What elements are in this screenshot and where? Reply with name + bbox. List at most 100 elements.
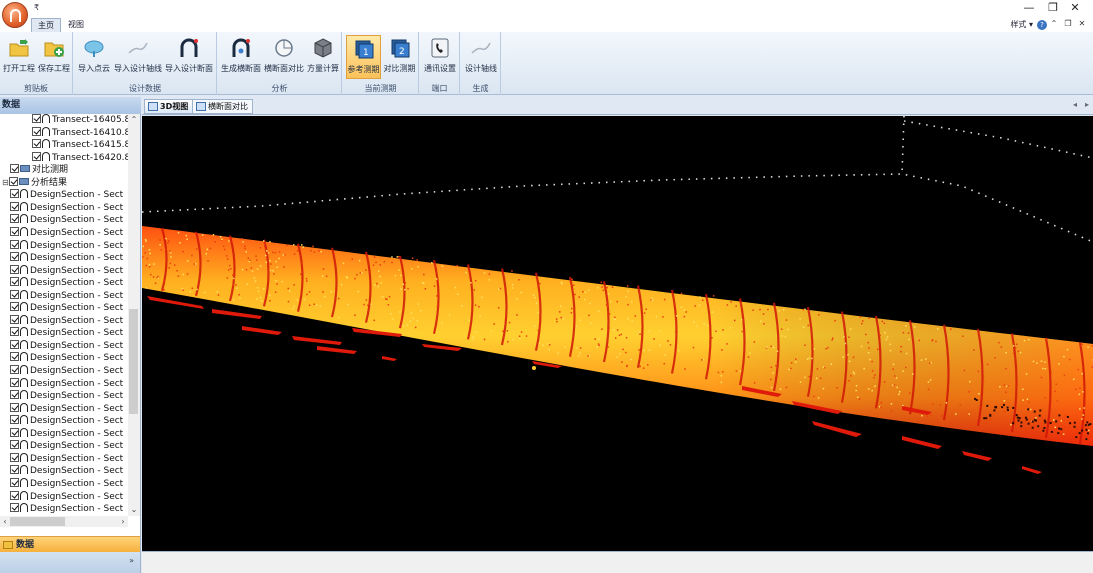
- volume-calc-button[interactable]: 方量计算: [306, 35, 340, 79]
- tree-item[interactable]: DesignSection - Sect: [10, 427, 123, 441]
- tree-checkbox[interactable]: [10, 289, 19, 299]
- tree-item[interactable]: DesignSection - Sect: [10, 490, 123, 504]
- tree-item[interactable]: 对比测期: [10, 164, 68, 177]
- scroll-left-icon[interactable]: ‹: [0, 516, 10, 527]
- tab-home[interactable]: 主页: [31, 18, 61, 32]
- tree-checkbox[interactable]: [10, 490, 19, 500]
- tree-item[interactable]: DesignSection - Sect: [10, 252, 123, 265]
- tree-checkbox[interactable]: [32, 139, 41, 149]
- tree-checkbox[interactable]: [32, 114, 41, 123]
- tree-item[interactable]: DesignSection - Sect: [10, 365, 123, 378]
- tree-horizontal-scrollbar[interactable]: ‹ ›: [0, 516, 128, 527]
- tree-item[interactable]: DesignSection - Sect: [10, 402, 123, 416]
- tree-item[interactable]: DesignSection - Sect: [10, 377, 123, 391]
- tree-item[interactable]: DesignSection - Sect: [10, 339, 123, 353]
- tree-item[interactable]: DesignSection - Sect: [10, 289, 123, 303]
- tree-checkbox[interactable]: [32, 151, 41, 161]
- app-logo-icon[interactable]: [2, 2, 28, 28]
- scroll-right-icon[interactable]: ›: [118, 516, 128, 527]
- import-pointcloud-button[interactable]: 导入点云: [76, 35, 112, 79]
- save-project-button[interactable]: 保存工程: [37, 35, 71, 79]
- hscroll-thumb[interactable]: [10, 517, 65, 526]
- tabs-prev-icon[interactable]: ◂: [1073, 100, 1077, 109]
- tree-item[interactable]: DesignSection - Sect: [10, 214, 123, 227]
- tree-checkbox[interactable]: [10, 189, 19, 199]
- section-compare-button[interactable]: 横断面对比: [263, 35, 305, 79]
- tree-checkbox[interactable]: [10, 427, 19, 437]
- tree-item[interactable]: DesignSection - Sect: [10, 264, 123, 278]
- tree-item[interactable]: DesignSection - Sect: [10, 327, 123, 340]
- tree-item[interactable]: DesignSection - Sect: [10, 201, 123, 215]
- restore-button[interactable]: ❐: [1046, 2, 1060, 14]
- tree-checkbox[interactable]: [10, 352, 19, 362]
- tree-checkbox[interactable]: [10, 214, 19, 224]
- scroll-down-icon[interactable]: ⌄: [128, 504, 140, 516]
- data-tree[interactable]: Transect-16405.8! Transect-16410.8! Transe…: [0, 114, 128, 514]
- quick-access-toolbar[interactable]: ₹: [34, 3, 39, 12]
- tree-item[interactable]: DesignSection - Sect: [10, 415, 123, 428]
- open-project-button[interactable]: 打开工程: [2, 35, 36, 79]
- tree-item[interactable]: DesignSection - Sect: [10, 277, 123, 290]
- tree-checkbox[interactable]: [10, 201, 19, 211]
- design-axis-button[interactable]: 设计轴线: [462, 35, 500, 79]
- tree-vertical-scrollbar[interactable]: ⌃ ⌄: [128, 114, 140, 516]
- tree-checkbox[interactable]: [10, 277, 19, 287]
- tree-item[interactable]: DesignSection - Sect: [10, 302, 123, 315]
- tree-item[interactable]: DesignSection - Sect: [10, 189, 123, 202]
- tab-view[interactable]: 视图: [62, 18, 90, 32]
- tree-item[interactable]: Transect-16410.8!: [32, 126, 128, 140]
- ribbon-restore-icon[interactable]: ❐: [1063, 18, 1073, 30]
- tree-checkbox[interactable]: [10, 402, 19, 412]
- tree-checkbox[interactable]: [10, 503, 19, 513]
- tree-checkbox[interactable]: [9, 176, 18, 186]
- tree-checkbox[interactable]: [10, 415, 19, 425]
- tree-item[interactable]: DesignSection - Sect: [10, 390, 123, 403]
- scroll-up-icon[interactable]: ⌃: [128, 114, 140, 126]
- tree-checkbox[interactable]: [10, 452, 19, 462]
- tree-item[interactable]: DesignSection - Sect: [10, 465, 123, 478]
- minimize-button[interactable]: —: [1022, 2, 1036, 14]
- tree-checkbox[interactable]: [10, 365, 19, 374]
- tabs-next-icon[interactable]: ▸: [1085, 100, 1089, 109]
- tree-checkbox[interactable]: [10, 302, 19, 312]
- tree-checkbox[interactable]: [10, 440, 19, 450]
- scroll-thumb[interactable]: [129, 309, 138, 414]
- tree-item[interactable]: Transect-16415.8!: [32, 139, 128, 152]
- tree-checkbox[interactable]: [10, 390, 19, 400]
- tree-checkbox[interactable]: [10, 314, 19, 324]
- more-panels-icon[interactable]: »: [129, 556, 134, 565]
- import-design-section-button[interactable]: 导入设计断面: [164, 35, 214, 79]
- point-cloud-view[interactable]: [142, 116, 1093, 551]
- tab-section-compare[interactable]: 横断面对比: [192, 99, 253, 114]
- tree-item[interactable]: ⊟ 分析结果: [2, 176, 67, 190]
- tree-item[interactable]: DesignSection - Sect: [10, 477, 123, 491]
- tree-item[interactable]: DesignSection - Sect: [10, 226, 123, 240]
- compare-period-button[interactable]: 2 对比测期: [382, 35, 417, 79]
- generate-section-button[interactable]: 生成横断面: [220, 35, 262, 79]
- tree-item[interactable]: DesignSection - Sect: [10, 352, 123, 365]
- tree-checkbox[interactable]: [10, 465, 19, 475]
- tree-checkbox[interactable]: [10, 252, 19, 262]
- tree-checkbox[interactable]: [10, 327, 19, 337]
- tree-item[interactable]: DesignSection - Sect: [10, 314, 123, 328]
- help-icon[interactable]: ?: [1037, 20, 1047, 30]
- tree-item[interactable]: Transect-16420.8!: [32, 151, 128, 165]
- style-menu[interactable]: 样式 ▾: [1010, 19, 1033, 30]
- tree-checkbox[interactable]: [10, 164, 19, 174]
- tree-item[interactable]: DesignSection - Sect: [10, 440, 123, 453]
- tree-checkbox[interactable]: [10, 264, 19, 274]
- tree-checkbox[interactable]: [10, 477, 19, 487]
- 3d-viewport[interactable]: [142, 116, 1093, 551]
- tree-checkbox[interactable]: [32, 126, 41, 136]
- ribbon-close-icon[interactable]: ✕: [1077, 18, 1087, 30]
- data-bottom-tab[interactable]: 数据: [0, 536, 140, 552]
- reference-period-button[interactable]: 1 参考测期: [346, 35, 381, 79]
- tree-item[interactable]: DesignSection - Sect: [10, 503, 123, 514]
- tree-checkbox[interactable]: [10, 239, 19, 249]
- collapse-icon[interactable]: ⊟: [2, 177, 9, 190]
- comm-settings-button[interactable]: 通讯设置: [421, 35, 459, 79]
- tab-3d-view[interactable]: 3D视图: [144, 99, 194, 114]
- import-design-axis-button[interactable]: 导入设计轴线: [113, 35, 163, 79]
- ribbon-collapse-icon[interactable]: ⌃: [1049, 18, 1059, 30]
- tree-checkbox[interactable]: [10, 226, 19, 236]
